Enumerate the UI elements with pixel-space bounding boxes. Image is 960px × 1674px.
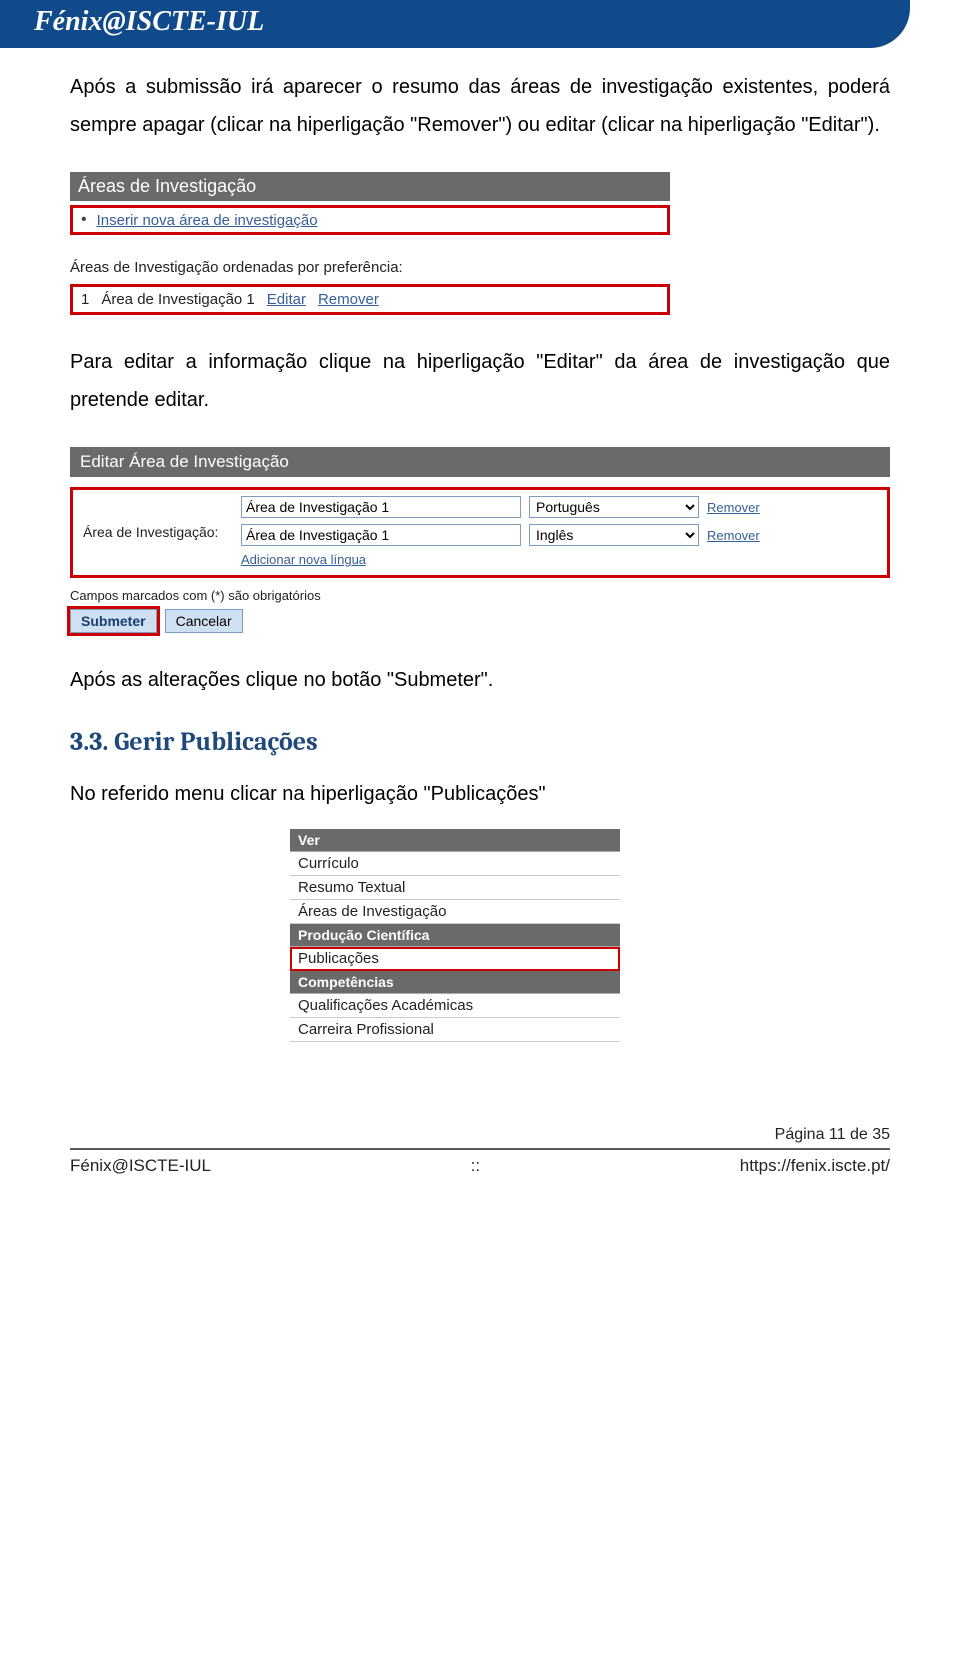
menu-group-producao-head: Produção Científica xyxy=(290,924,620,947)
area-row-num: 1 xyxy=(81,291,89,308)
footer: Página 11 de 35 Fénix@ISCTE-IUL :: https… xyxy=(0,1126,960,1176)
edit-area-titlebar: Editar Área de Investigação xyxy=(70,447,890,477)
menu-item-carreira[interactable]: Carreira Profissional xyxy=(290,1018,620,1042)
areas-ordered-label: Áreas de Investigação ordenadas por pref… xyxy=(70,259,670,276)
area-row-1: 1 Área de Investigação 1 Editar Remover xyxy=(70,284,670,315)
insert-area-row[interactable]: • Inserir nova área de investigação xyxy=(70,205,670,235)
figure-side-menu: Ver Currículo Resumo Textual Áreas de In… xyxy=(290,829,620,1042)
footer-divider xyxy=(70,1148,890,1150)
area-row-name: Área de Investigação 1 xyxy=(101,291,254,308)
menu-item-publicacoes[interactable]: Publicações xyxy=(290,947,620,971)
submit-button[interactable]: Submeter xyxy=(70,609,157,633)
cancel-button[interactable]: Cancelar xyxy=(165,609,243,633)
area-field-label: Área de Investigação: xyxy=(83,524,233,540)
area-row1-remove-link[interactable]: Remover xyxy=(707,500,877,515)
paragraph-2: Para editar a informação clique na hiper… xyxy=(70,343,890,419)
areas-titlebar: Áreas de Investigação xyxy=(70,172,670,201)
area-lang-select-1[interactable]: Português xyxy=(529,496,699,518)
area-name-input-2[interactable] xyxy=(241,524,521,546)
bullet-icon: • xyxy=(81,211,87,229)
menu-group-ver-head: Ver xyxy=(290,829,620,852)
header-banner: Fénix@ISCTE-IUL xyxy=(0,0,910,48)
paragraph-4: No referido menu clicar na hiperligação … xyxy=(70,775,890,813)
footer-mid: :: xyxy=(471,1156,480,1176)
area-name-input-1[interactable] xyxy=(241,496,521,518)
brand-text: Fénix@ISCTE-IUL xyxy=(34,6,264,37)
required-fields-note: Campos marcados com (*) são obrigatórios xyxy=(70,588,890,603)
menu-item-resumo[interactable]: Resumo Textual xyxy=(290,876,620,900)
area-row2-remove-link[interactable]: Remover xyxy=(707,528,877,543)
paragraph-1: Após a submissão irá aparecer o resumo d… xyxy=(70,68,890,144)
menu-item-curriculo[interactable]: Currículo xyxy=(290,852,620,876)
page-number: Página 11 de 35 xyxy=(70,1126,890,1144)
area-row-edit-link[interactable]: Editar xyxy=(267,291,306,308)
section-3-3-heading: 3.3. Gerir Publicações xyxy=(70,727,890,757)
menu-item-qualificacoes[interactable]: Qualificações Académicas xyxy=(290,994,620,1018)
area-lang-select-2[interactable]: Inglês xyxy=(529,524,699,546)
insert-area-link[interactable]: Inserir nova área de investigação xyxy=(97,212,318,229)
menu-item-areas[interactable]: Áreas de Investigação xyxy=(290,900,620,924)
figure-areas-list: Áreas de Investigação • Inserir nova áre… xyxy=(70,172,670,315)
footer-line: Fénix@ISCTE-IUL :: https://fenix.iscte.p… xyxy=(70,1156,890,1176)
area-row-remove-link[interactable]: Remover xyxy=(318,291,379,308)
footer-right: https://fenix.iscte.pt/ xyxy=(740,1156,890,1176)
add-language-link[interactable]: Adicionar nova língua xyxy=(241,552,521,567)
edit-area-buttons: Submeter Cancelar xyxy=(70,609,890,633)
page-content: Após a submissão irá aparecer o resumo d… xyxy=(0,48,960,1086)
footer-left: Fénix@ISCTE-IUL xyxy=(70,1156,211,1176)
figure-edit-area: Editar Área de Investigação Área de Inve… xyxy=(70,447,890,633)
paragraph-3: Após as alterações clique no botão "Subm… xyxy=(70,661,890,699)
edit-area-form: Área de Investigação: Português Remover … xyxy=(70,487,890,578)
menu-group-competencias-head: Competências xyxy=(290,971,620,994)
